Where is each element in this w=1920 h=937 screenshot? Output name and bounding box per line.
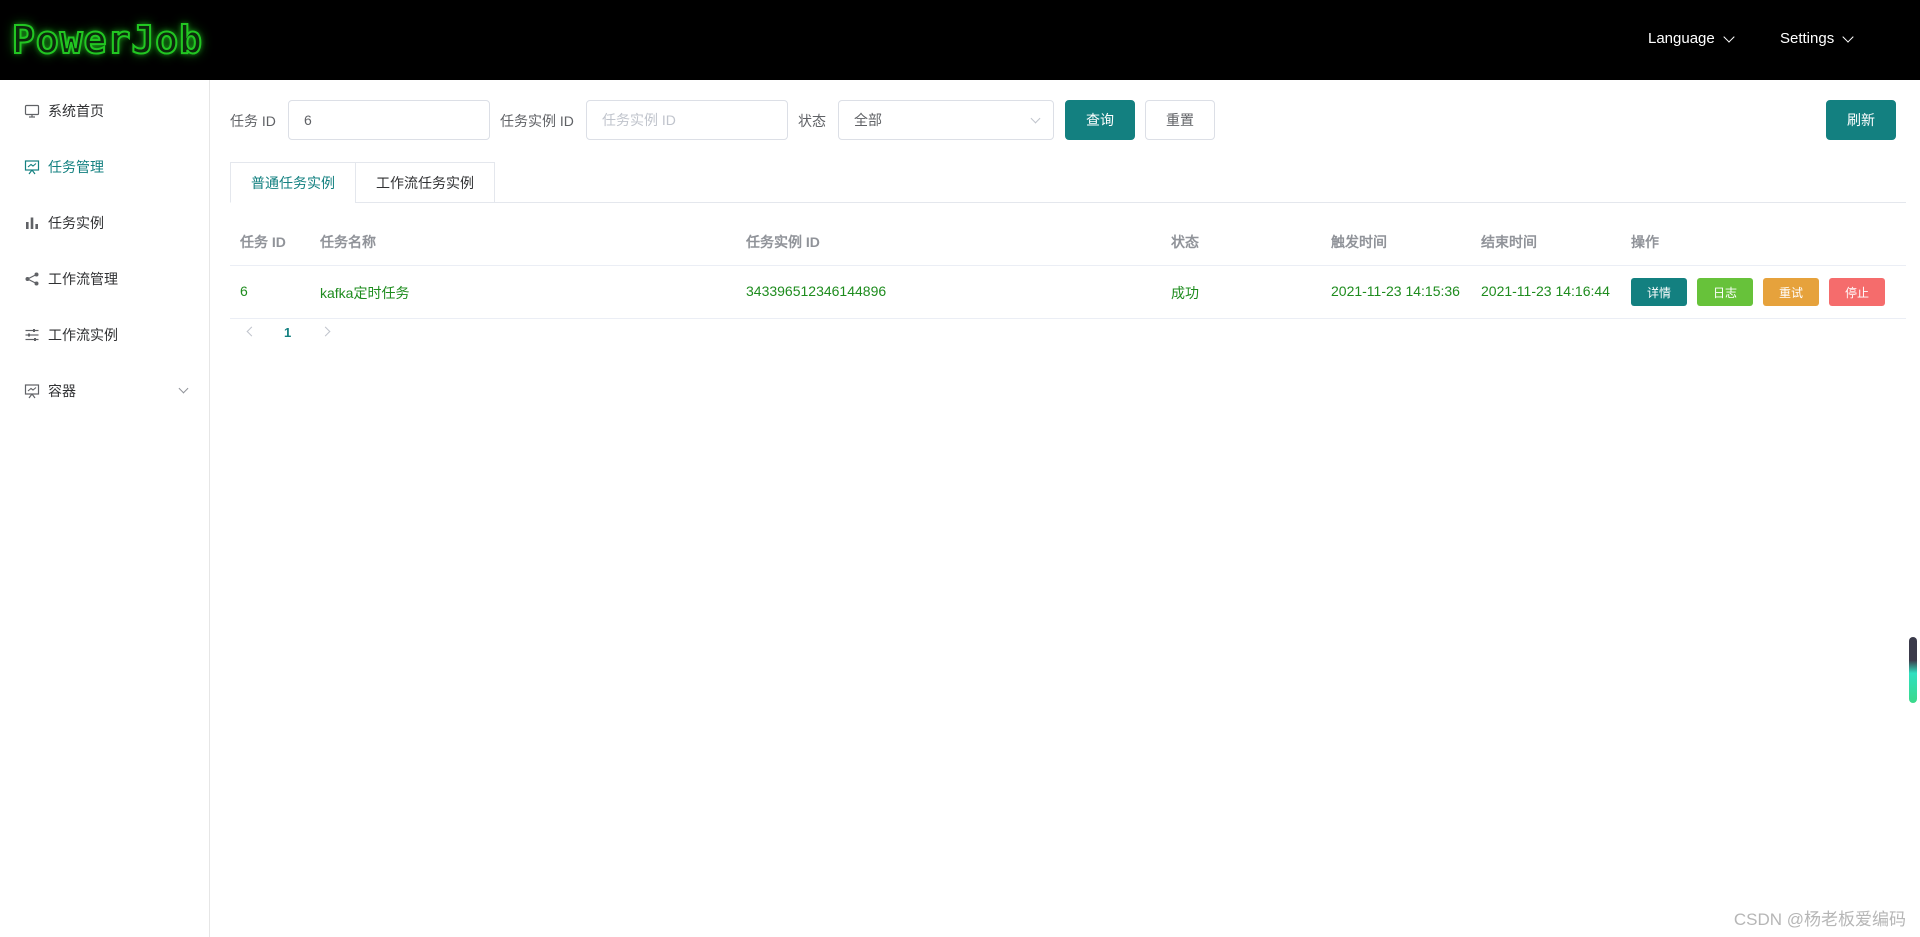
sidebar-item-label: 任务实例 [48, 215, 104, 231]
chevron-down-icon [1842, 30, 1854, 43]
next-page-icon[interactable] [320, 326, 331, 337]
cell-status: 成功 [1171, 285, 1199, 301]
status-label: 状态 [798, 113, 826, 129]
bar-chart-icon [24, 215, 40, 231]
sidebar-item-containers[interactable]: 容器 [0, 363, 209, 419]
cell-trigger-time: 2021-11-23 14:15:36 [1331, 283, 1460, 299]
sidebar-item-label: 系统首页 [48, 103, 104, 119]
status-select[interactable]: 全部 [838, 100, 1054, 140]
status-select-value: 全部 [854, 112, 882, 128]
sidebar: 系统首页 任务管理 任务实例 工作流管理 工作流实例 容器 [0, 80, 210, 937]
scroll-indicator[interactable] [1909, 637, 1917, 703]
table-header-divider [230, 265, 1906, 266]
top-header: PowerJob Language Settings [0, 0, 1920, 80]
sidebar-item-label: 工作流实例 [48, 327, 118, 343]
chevron-down-icon [1030, 113, 1041, 124]
reset-button[interactable]: 重置 [1145, 100, 1215, 140]
column-header-trigger-time: 触发时间 [1331, 234, 1387, 250]
tab-normal-instances[interactable]: 普通任务实例 [230, 162, 356, 203]
column-header-job-id: 任务 ID [240, 234, 286, 250]
monitor-icon [24, 103, 40, 119]
cell-job-id: 6 [240, 283, 248, 299]
presentation-board-icon [24, 383, 40, 399]
sidebar-item-workflow-instances[interactable]: 工作流实例 [0, 307, 209, 363]
column-header-instance-id: 任务实例 ID [746, 234, 820, 250]
cell-job-name: kafka定时任务 [320, 285, 410, 301]
sidebar-item-workflow-management[interactable]: 工作流管理 [0, 251, 209, 307]
language-menu[interactable]: Language [1648, 30, 1735, 47]
pagination-page-1[interactable]: 1 [284, 325, 291, 340]
chevron-down-icon [1723, 30, 1735, 43]
detail-button[interactable]: 详情 [1631, 278, 1687, 306]
sidebar-item-label: 工作流管理 [48, 271, 118, 287]
column-header-finish-time: 结束时间 [1481, 234, 1537, 250]
settings-menu-label: Settings [1780, 30, 1835, 47]
column-header-status: 状态 [1171, 234, 1199, 250]
column-header-actions: 操作 [1631, 234, 1659, 250]
refresh-button[interactable]: 刷新 [1826, 100, 1896, 140]
presentation-board-icon [24, 159, 40, 175]
sliders-icon [24, 327, 40, 343]
settings-menu[interactable]: Settings [1780, 30, 1854, 47]
sidebar-item-job-instances[interactable]: 任务实例 [0, 195, 209, 251]
watermark-text: CSDN @杨老板爱编码 [1733, 910, 1906, 929]
prev-page-icon[interactable] [246, 326, 257, 337]
cell-instance-id: 343396512346144896 [746, 283, 887, 299]
job-id-label: 任务 ID [230, 113, 276, 129]
log-button[interactable]: 日志 [1697, 278, 1753, 306]
sidebar-item-label: 容器 [48, 383, 76, 399]
tab-workflow-instances[interactable]: 工作流任务实例 [355, 162, 495, 203]
language-menu-label: Language [1648, 30, 1715, 47]
share-icon [24, 271, 40, 287]
job-id-input[interactable]: 6 [288, 100, 490, 140]
cell-finish-time: 2021-11-23 14:16:44 [1481, 283, 1610, 299]
retry-button[interactable]: 重试 [1763, 278, 1819, 306]
query-button[interactable]: 查询 [1065, 100, 1135, 140]
instance-id-label: 任务实例 ID [500, 113, 574, 129]
column-header-job-name: 任务名称 [320, 234, 376, 250]
table-row-divider [230, 318, 1906, 319]
stop-button[interactable]: 停止 [1829, 278, 1885, 306]
sidebar-item-home[interactable]: 系统首页 [0, 83, 209, 139]
instance-id-input[interactable]: 任务实例 ID [586, 100, 788, 140]
app-logo[interactable]: PowerJob [11, 17, 203, 63]
chevron-down-icon[interactable] [178, 383, 189, 394]
sidebar-item-job-management[interactable]: 任务管理 [0, 139, 209, 195]
sidebar-item-label: 任务管理 [48, 159, 104, 175]
